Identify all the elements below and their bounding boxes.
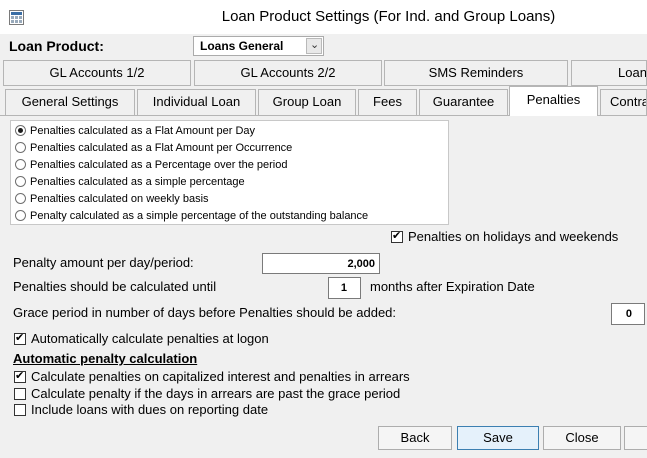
tab-individual-loan[interactable]: Individual Loan xyxy=(137,89,256,116)
radio[interactable] xyxy=(15,210,26,221)
extra-button[interactable] xyxy=(624,426,647,450)
radio[interactable] xyxy=(15,176,26,187)
grace-period-input[interactable]: 0 xyxy=(611,303,645,325)
tab-gl-accounts-1[interactable]: GL Accounts 1/2 xyxy=(3,60,191,86)
checkbox-checked[interactable] xyxy=(14,369,26,383)
dropdown-button[interactable]: ⌄ xyxy=(306,38,322,54)
tab-guarantee[interactable]: Guarantee xyxy=(419,89,508,116)
calc-until-input[interactable]: 1 xyxy=(328,277,361,299)
loan-product-select[interactable]: Loans General ⌄ xyxy=(193,36,324,56)
radio[interactable] xyxy=(15,193,26,204)
tab-contra[interactable]: Contra xyxy=(600,89,647,116)
loan-product-label: Loan Product: xyxy=(9,38,104,54)
calc-until-suffix: months after Expiration Date xyxy=(370,279,535,294)
tab-sms-reminders[interactable]: SMS Reminders xyxy=(384,60,568,86)
tab-loan[interactable]: Loan xyxy=(571,60,647,86)
penalty-amount-label: Penalty amount per day/period: xyxy=(13,255,194,270)
tab-gl-accounts-2[interactable]: GL Accounts 2/2 xyxy=(194,60,382,86)
tab-general-settings[interactable]: General Settings xyxy=(5,89,135,116)
radio[interactable] xyxy=(15,142,26,153)
window-title: Loan Product Settings (For Ind. and Grou… xyxy=(221,8,556,25)
penalty-method-group: Penalties calculated as a Flat Amount pe… xyxy=(10,120,449,225)
tab-group-loan[interactable]: Group Loan xyxy=(258,89,356,116)
tab-penalties[interactable]: Penalties xyxy=(509,86,598,116)
checkbox-checked[interactable] xyxy=(391,229,403,243)
checkbox[interactable] xyxy=(14,388,26,400)
back-button[interactable]: Back xyxy=(378,426,452,450)
auto-penalty-section-title: Automatic penalty calculation xyxy=(13,351,198,366)
penalty-amount-input[interactable]: 2,000 xyxy=(262,253,380,274)
chevron-down-icon: ⌄ xyxy=(310,39,320,51)
calc-until-label: Penalties should be calculated until xyxy=(13,279,217,294)
checkbox-checked[interactable] xyxy=(14,331,26,345)
checkbox[interactable] xyxy=(14,404,26,416)
close-button[interactable]: Close xyxy=(543,426,621,450)
loan-product-value: Loans General xyxy=(200,39,284,53)
radio[interactable] xyxy=(15,159,26,170)
grace-period-label: Grace period in number of days before Pe… xyxy=(13,305,397,320)
radio-selected[interactable] xyxy=(15,125,26,136)
tab-fees[interactable]: Fees xyxy=(358,89,417,116)
save-button[interactable]: Save xyxy=(457,426,539,450)
title-bar: Loan Product Settings (For Ind. and Grou… xyxy=(0,0,647,34)
